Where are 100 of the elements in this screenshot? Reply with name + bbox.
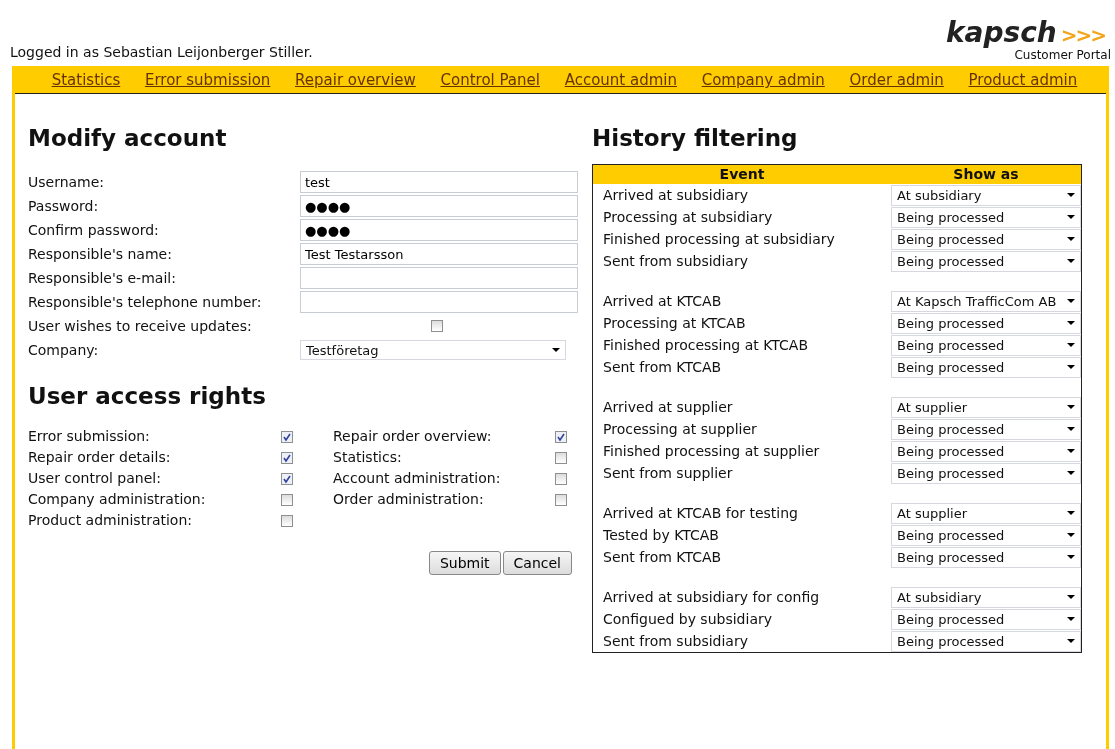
status-dropdown[interactable]: Being processed: [891, 418, 1081, 440]
nav-link[interactable]: Product admin: [968, 71, 1078, 89]
event-name: Finished processing at subsidiary: [603, 231, 835, 247]
status-dropdown[interactable]: Being processed: [891, 334, 1081, 356]
field-label: Company:: [28, 341, 100, 360]
caret-icon: [1067, 299, 1075, 303]
input-field[interactable]: [300, 267, 578, 289]
status-dropdown[interactable]: Being processed: [891, 356, 1081, 378]
logo-wordmark: kapsch: [945, 18, 1057, 48]
event-name: Sent from subsidiary: [603, 253, 748, 269]
field-label: Username:: [28, 173, 106, 192]
caret-icon: [1067, 639, 1075, 643]
permission-label: Product administration:: [28, 511, 193, 530]
submit-button[interactable]: Submit: [428, 551, 501, 575]
permission-label: Order administration:: [333, 490, 485, 509]
caret-icon: [1067, 555, 1075, 559]
field-label: Responsible's telephone number:: [28, 293, 263, 312]
status-dropdown[interactable]: Being processed: [891, 630, 1081, 652]
event-name: Arrived at subsidiary: [603, 187, 749, 203]
checkbox[interactable]: [555, 493, 567, 506]
event-name: Finished processing at supplier: [603, 443, 820, 459]
nav-link[interactable]: Statistics: [51, 71, 121, 89]
event-name: Configued by subsidiary: [603, 611, 772, 627]
event-name: Sent from KTCAB: [603, 359, 722, 375]
company-dropdown[interactable]: Testföretag: [300, 340, 566, 360]
event-name: Arrived at KTCAB for testing: [603, 505, 798, 521]
portal-subtitle: Customer Portal: [1014, 48, 1111, 62]
caret-icon: [552, 348, 560, 352]
checkbox[interactable]: [281, 514, 293, 527]
column-header: Event: [718, 165, 766, 184]
checkbox[interactable]: [555, 430, 567, 443]
caret-icon: [1067, 511, 1075, 515]
event-name: Processing at supplier: [603, 421, 757, 437]
status-dropdown[interactable]: At Kapsch TrafficCom AB: [891, 290, 1081, 312]
status-dropdown[interactable]: Being processed: [891, 206, 1081, 228]
event-name: Processing at KTCAB: [603, 315, 746, 331]
status-dropdown[interactable]: Being processed: [891, 312, 1081, 334]
checkbox[interactable]: [431, 320, 443, 332]
status-dropdown[interactable]: Being processed: [891, 228, 1081, 250]
nav-link[interactable]: Repair overview: [295, 71, 416, 89]
permission-label: User control panel:: [28, 469, 162, 488]
field-label: User wishes to receive updates:: [28, 317, 253, 336]
checkbox[interactable]: [281, 493, 293, 506]
caret-icon: [1067, 215, 1075, 219]
field-label: Password:: [28, 197, 100, 216]
status-dropdown[interactable]: At supplier: [891, 396, 1081, 418]
input-field[interactable]: ●●●●: [300, 195, 578, 217]
caret-icon: [1067, 471, 1075, 475]
caret-icon: [1067, 259, 1075, 263]
cancel-button[interactable]: Cancel: [502, 551, 572, 575]
event-name: Sent from KTCAB: [603, 549, 722, 565]
field-label: Responsible's name:: [28, 245, 173, 264]
event-name: Processing at subsidiary: [603, 209, 773, 225]
checkbox[interactable]: [281, 430, 293, 443]
nav-link[interactable]: Company admin: [701, 71, 825, 89]
nav-link[interactable]: Order admin: [849, 71, 944, 89]
caret-icon: [1067, 193, 1075, 197]
event-name: Tested by KTCAB: [603, 527, 719, 543]
status-dropdown[interactable]: At subsidiary: [891, 184, 1081, 206]
input-field[interactable]: test: [300, 171, 578, 193]
checkbox[interactable]: [555, 472, 567, 485]
caret-icon: [1067, 365, 1075, 369]
caret-icon: [1067, 321, 1075, 325]
status-dropdown[interactable]: Being processed: [891, 250, 1081, 272]
checkbox[interactable]: [555, 451, 567, 464]
permission-label: Repair order overview:: [333, 427, 493, 446]
login-status: Logged in as Sebastian Leijonberger Stiller.: [10, 44, 313, 60]
logo-chevrons: >>>: [1060, 23, 1105, 47]
event-name: Finished processing at KTCAB: [603, 337, 808, 353]
checkbox[interactable]: [281, 451, 293, 464]
permission-label: Repair order details:: [28, 448, 172, 467]
permission-label: Statistics:: [333, 448, 403, 467]
status-dropdown[interactable]: Being processed: [891, 546, 1081, 568]
status-dropdown[interactable]: Being processed: [891, 440, 1081, 462]
caret-icon: [1067, 343, 1075, 347]
nav-link[interactable]: Error submission: [144, 71, 271, 89]
caret-icon: [1067, 533, 1075, 537]
permission-label: Account administration:: [333, 469, 502, 488]
status-dropdown[interactable]: At supplier: [891, 502, 1081, 524]
caret-icon: [1067, 617, 1075, 621]
caret-icon: [1067, 595, 1075, 599]
input-field[interactable]: [300, 291, 578, 313]
status-dropdown[interactable]: At subsidiary: [891, 586, 1081, 608]
field-label: Confirm password:: [28, 221, 160, 240]
field-label: Responsible's e-mail:: [28, 269, 177, 288]
nav-link[interactable]: Control Panel: [440, 71, 540, 89]
permission-label: Error submission:: [28, 427, 151, 446]
input-field[interactable]: Test Testarsson: [300, 243, 578, 265]
checkbox[interactable]: [281, 472, 293, 485]
section-heading: Modify account: [28, 124, 228, 152]
status-dropdown[interactable]: Being processed: [891, 462, 1081, 484]
section-heading: History filtering: [592, 124, 799, 152]
permission-label: Company administration:: [28, 490, 207, 509]
caret-icon: [1067, 237, 1075, 241]
status-dropdown[interactable]: Being processed: [891, 524, 1081, 546]
status-dropdown[interactable]: Being processed: [891, 608, 1081, 630]
event-name: Arrived at subsidiary for config: [603, 589, 820, 605]
input-field[interactable]: ●●●●: [300, 219, 578, 241]
nav-link[interactable]: Account admin: [564, 71, 677, 89]
event-name: Sent from supplier: [603, 465, 733, 481]
